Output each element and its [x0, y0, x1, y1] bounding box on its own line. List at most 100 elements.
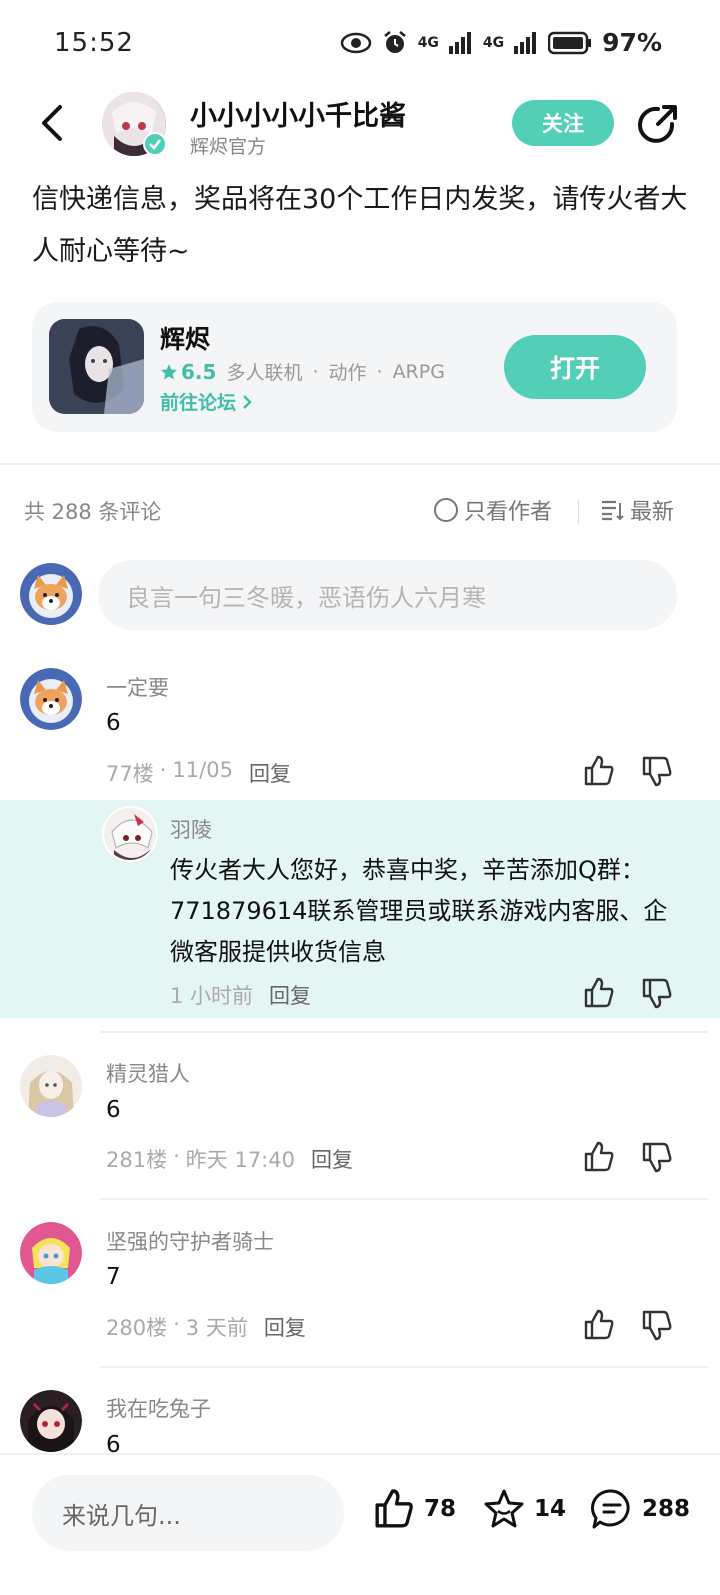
comment-text: 6: [106, 710, 121, 736]
comment-bubble-icon: [591, 1489, 630, 1529]
game-tag: 多人联机: [226, 362, 303, 384]
like-count: 78: [424, 1496, 457, 1522]
sort-label: 最新: [630, 500, 675, 525]
author-subtitle: 辉烬官方: [190, 136, 267, 158]
sort-icon: [602, 500, 624, 521]
eye-icon: [340, 32, 371, 53]
comment-text: 6: [106, 1097, 121, 1123]
chevron-right-icon: [243, 394, 252, 409]
follow-button[interactable]: 关注: [512, 100, 614, 146]
replier-avatar[interactable]: [102, 806, 158, 862]
star-icon: [484, 1489, 524, 1528]
status-bar: 15:52 4G 4G 97%: [0, 0, 720, 90]
commenter-avatar[interactable]: [20, 1222, 82, 1284]
network-label-1: 4G: [417, 34, 439, 51]
comment-meta: 77楼 · 11/05 回复: [106, 758, 291, 788]
comment-count: 288: [642, 1496, 691, 1522]
comment-time: 3 天前: [185, 1316, 248, 1340]
forum-link-label: 前往论坛: [160, 392, 237, 414]
like-icon[interactable]: [582, 754, 616, 788]
battery-icon: [548, 31, 592, 54]
signal-icon-2: [514, 31, 537, 54]
game-icon: [49, 319, 144, 414]
author-only-label: 只看作者: [464, 500, 553, 525]
reply-button[interactable]: 回复: [249, 758, 291, 788]
tag-separator: ·: [376, 360, 383, 383]
post-body-text: 信快递信息，奖品将在30个工作日内发奖，请传火者大人耐心等待~: [32, 184, 688, 267]
like-icon[interactable]: [582, 1308, 616, 1342]
comments-toolbar: 共 288 条评论 只看作者 最新: [0, 490, 720, 530]
dislike-icon[interactable]: [640, 976, 674, 1010]
battery-percent: 97%: [602, 28, 662, 57]
comment-time: 昨天 17:40: [185, 1148, 295, 1172]
game-meta: 6.5 多人联机 · 动作 · ARPG: [160, 358, 445, 385]
section-divider: [0, 463, 720, 465]
bottom-comment-input[interactable]: 来说几句...: [32, 1475, 344, 1551]
open-game-button[interactable]: 打开: [504, 335, 646, 399]
reply-text: 传火者大人您好，恭喜中奖，辛苦添加Q群：771879614联系管理员或联系游戏内…: [170, 856, 668, 966]
back-arrow-icon: [42, 105, 62, 141]
favorite-button[interactable]: 14: [482, 1487, 566, 1531]
comment-divider: [100, 1031, 708, 1033]
game-tag: 动作: [328, 362, 367, 384]
favorite-count: 14: [534, 1496, 567, 1522]
commenter-avatar[interactable]: [20, 1390, 82, 1452]
bottom-action-bar: 来说几句... 78 14 288: [0, 1453, 720, 1595]
dislike-icon[interactable]: [640, 1308, 674, 1342]
commenter-avatar[interactable]: [20, 1055, 82, 1117]
status-time: 15:52: [54, 28, 134, 58]
author-name[interactable]: 小小小小小千比酱: [190, 94, 406, 133]
reply-button[interactable]: 回复: [264, 1312, 306, 1342]
comment-divider: [100, 1366, 708, 1368]
commenter-name[interactable]: 精灵猎人: [106, 1058, 190, 1088]
dislike-icon[interactable]: [640, 1140, 674, 1174]
reply-button[interactable]: 回复: [269, 980, 311, 1010]
meta-separator: ·: [173, 1312, 180, 1336]
like-icon[interactable]: [582, 1140, 616, 1174]
like-icon: [375, 1489, 413, 1528]
my-avatar: [20, 563, 82, 625]
status-icons: 4G 4G 97%: [340, 28, 662, 57]
game-name: 辉烬: [160, 325, 211, 354]
tag-separator: ·: [312, 360, 319, 383]
reply-meta: 1 小时前 回复: [170, 980, 311, 1010]
comment-button[interactable]: 288: [590, 1487, 690, 1531]
reply-time: 1 小时前: [170, 984, 254, 1008]
comment-input[interactable]: 良言一句三冬暖，恶语伤人六月寒: [98, 560, 677, 630]
replier-name[interactable]: 羽陵: [170, 814, 212, 844]
star-icon: [161, 363, 177, 379]
comment-floor: 281楼: [106, 1148, 168, 1172]
commenter-name[interactable]: 一定要: [106, 672, 169, 702]
verified-icon: [143, 132, 167, 156]
comment-divider: [100, 1198, 708, 1200]
game-card[interactable]: 辉烬 6.5 多人联机 · 动作 · ARPG 前往论坛 打开: [32, 302, 677, 432]
toolbar-separator: [578, 500, 579, 524]
commenter-name[interactable]: 我在吃兔子: [106, 1393, 211, 1423]
author-only-toggle[interactable]: 只看作者: [434, 494, 552, 526]
comment-floor: 77楼: [106, 762, 154, 786]
reply-button[interactable]: 回复: [311, 1144, 353, 1174]
commenter-name[interactable]: 坚强的守护者骑士: [106, 1226, 274, 1256]
comment-text: 7: [106, 1264, 121, 1290]
sort-button[interactable]: 最新: [600, 494, 674, 526]
comment-meta: 280楼 · 3 天前 回复: [106, 1312, 306, 1342]
share-button[interactable]: [634, 102, 680, 148]
like-icon[interactable]: [582, 976, 616, 1010]
dislike-icon[interactable]: [640, 754, 674, 788]
meta-separator: ·: [173, 1144, 180, 1168]
game-rating-value: 6.5: [181, 359, 217, 384]
comment-time: 11/05: [172, 758, 233, 782]
commenter-avatar[interactable]: [20, 668, 82, 730]
game-rating: 6.5: [160, 360, 216, 384]
alarm-icon: [383, 30, 406, 53]
comment-meta: 281楼 · 昨天 17:40 回复: [106, 1144, 353, 1174]
share-icon: [638, 105, 677, 143]
back-button[interactable]: [30, 98, 74, 148]
like-post-button[interactable]: 78: [372, 1487, 456, 1531]
network-label-2: 4G: [482, 34, 505, 51]
radio-icon: [434, 498, 458, 522]
meta-separator: ·: [159, 758, 167, 782]
game-tag: ARPG: [392, 360, 445, 383]
signal-icon-1: [448, 31, 471, 54]
forum-link[interactable]: 前往论坛: [160, 388, 252, 415]
